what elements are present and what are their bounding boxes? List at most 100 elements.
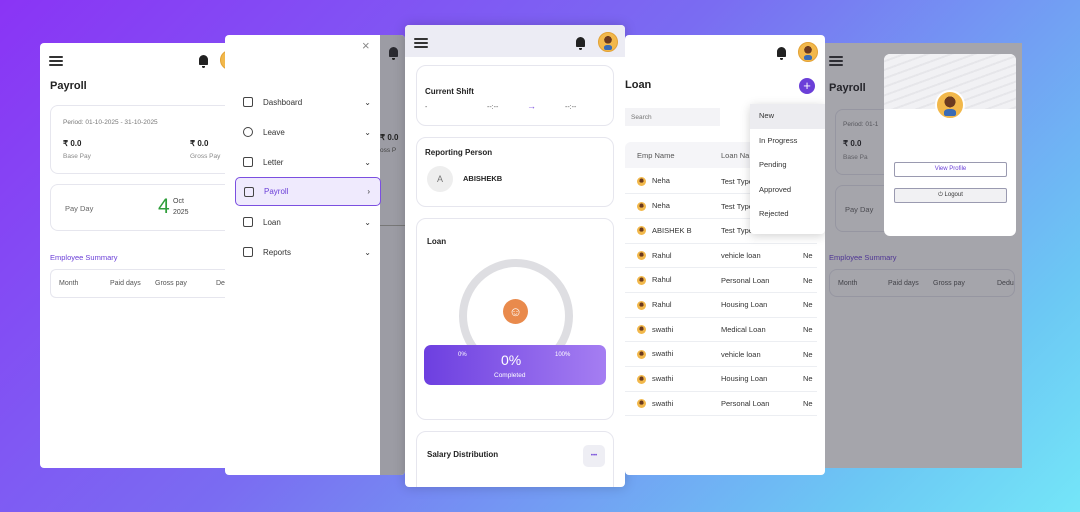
table-row[interactable]: swathi vehicle loan Ne xyxy=(625,341,817,367)
emp-name: ABISHEK B xyxy=(652,225,692,235)
table-row[interactable]: swathi Housing Loan Ne xyxy=(625,366,817,392)
base-pay-label: Base Pa xyxy=(843,154,868,161)
loan-status: Completed xyxy=(494,372,526,379)
pay-day-number: 4 xyxy=(158,195,170,218)
base-pay-value: ₹ 0.0 xyxy=(63,139,82,148)
emp-name-cell: swathi xyxy=(625,317,721,343)
bell-icon[interactable] xyxy=(199,55,208,68)
avatar[interactable] xyxy=(798,42,818,62)
salary-title: Salary Distribution xyxy=(427,450,499,459)
loan-no-cell: Ne xyxy=(803,366,817,392)
gross-pay-label: Gross Pay xyxy=(190,153,221,160)
loan-no-cell: Ne xyxy=(803,317,817,343)
emp-name: Rahul xyxy=(652,250,672,260)
status-dropdown[interactable]: New In Progress Pending Approved Rejecte… xyxy=(750,104,825,234)
page-title: Payroll xyxy=(50,80,87,92)
loan-right-label: 100% xyxy=(555,352,571,358)
more-button[interactable]: ••• xyxy=(583,445,605,467)
menu-item-loan[interactable]: Loan ⌄ xyxy=(235,208,381,236)
current-shift-title: Current Shift xyxy=(425,87,474,96)
menu-icon[interactable] xyxy=(49,56,63,66)
table-row[interactable]: Rahul vehicle loan Ne xyxy=(625,243,817,269)
menu-icon[interactable] xyxy=(829,56,843,66)
search-input[interactable] xyxy=(625,108,720,126)
menu-label: Loan xyxy=(263,217,281,227)
menu-icon[interactable] xyxy=(414,38,428,48)
salary-distribution-card: Salary Distribution ••• xyxy=(416,431,614,487)
table-row[interactable]: swathi Personal Loan Ne xyxy=(625,391,817,417)
emp-name-cell: Neha xyxy=(625,169,721,195)
emp-name: Neha xyxy=(652,201,670,211)
view-profile-button[interactable]: View Profile xyxy=(894,162,1007,177)
loan-no-cell: Ne xyxy=(803,292,817,318)
current-shift-card: Current Shift - --:-- → --:-- xyxy=(416,65,614,126)
close-icon[interactable]: × xyxy=(362,38,370,53)
bg-bell-icon xyxy=(389,47,398,60)
employee-avatar xyxy=(637,201,646,211)
arrow-right-icon: → xyxy=(527,101,536,111)
bell-icon[interactable] xyxy=(777,47,786,60)
page-title: Loan xyxy=(625,79,652,91)
status-option[interactable]: In Progress xyxy=(750,129,825,154)
chevron-right-icon: › xyxy=(367,187,370,196)
status-option[interactable]: New xyxy=(750,104,825,129)
chevron-down-icon: ⌄ xyxy=(364,97,371,107)
period-text: Period: 01-1 xyxy=(843,121,879,128)
pay-day-month: Oct xyxy=(173,198,184,205)
person-icon xyxy=(243,127,253,137)
emp-name: Neha xyxy=(652,176,670,186)
menu-label: Reports xyxy=(263,247,292,257)
payroll-screen: Payroll Period: 01-10-2025 - 31-10-2025 … xyxy=(40,43,250,468)
loan-screen: Loan + Emp Name Loan Na NehaTest TypeNeh… xyxy=(625,35,825,475)
table-row[interactable]: swathi Medical Loan Ne xyxy=(625,317,817,343)
avatar[interactable] xyxy=(598,32,618,52)
menu-item-payroll[interactable]: Payroll › xyxy=(235,177,381,206)
loan-name-cell: Personal Loan xyxy=(721,391,803,417)
employee-avatar xyxy=(637,226,646,236)
table-row[interactable]: Rahul Personal Loan Ne xyxy=(625,267,817,293)
loan-left-label: 0% xyxy=(458,352,467,358)
loan-name-cell: Medical Loan xyxy=(721,317,803,343)
loan-no-cell: Ne xyxy=(803,243,817,269)
menu-label: Letter xyxy=(263,157,284,167)
background-page: ₹ 0.0 oss P xyxy=(380,35,405,475)
emp-name: Rahul xyxy=(652,275,672,285)
add-loan-button[interactable]: + xyxy=(799,78,815,94)
employee-avatar xyxy=(637,251,646,261)
col-loan-name: Loan Na xyxy=(721,151,750,160)
pay-day-card: Pay Day 4 Oct 2025 xyxy=(50,184,250,231)
bg-pay-label: oss P xyxy=(380,147,397,154)
dashboard-screen: Current Shift - --:-- → --:-- Reporting … xyxy=(405,25,625,487)
menu-item-dashboard[interactable]: Dashboard ⌄ xyxy=(235,88,381,116)
col-paid-days: Paid days xyxy=(888,280,919,287)
shift-start: - xyxy=(425,104,428,111)
bell-icon[interactable] xyxy=(576,37,585,50)
col-paid-days: Paid days xyxy=(110,280,141,287)
bg-pay-value: ₹ 0.0 xyxy=(380,133,399,142)
pay-day-year: 2025 xyxy=(173,209,189,216)
emp-name-cell: ABISHEK B xyxy=(625,218,721,244)
table-row[interactable]: Rahul Housing Loan Ne xyxy=(625,292,817,318)
loan-name-cell: Housing Loan xyxy=(721,366,803,392)
pay-period-card: Period: 01-10-2025 - 31-10-2025 ₹ 0.0 Ba… xyxy=(50,105,250,174)
menu-label: Leave xyxy=(263,127,285,137)
emp-name: swathi xyxy=(652,374,674,384)
menu-item-letter[interactable]: Letter ⌄ xyxy=(235,148,381,176)
menu-item-leave[interactable]: Leave ⌄ xyxy=(235,118,381,146)
status-option[interactable]: Rejected xyxy=(750,202,825,227)
menu-item-reports[interactable]: Reports ⌄ xyxy=(235,238,381,266)
reporting-person-card: Reporting Person A ABISHEKB xyxy=(416,137,614,207)
status-option[interactable]: Pending xyxy=(750,153,825,178)
chevron-down-icon: ⌄ xyxy=(364,217,371,227)
logout-button[interactable]: ⏻ Logout xyxy=(894,188,1007,203)
reporting-name: ABISHEKB xyxy=(463,174,503,183)
pay-day-label: Pay Day xyxy=(845,205,874,214)
status-option[interactable]: Approved xyxy=(750,178,825,203)
loan-title: Loan xyxy=(427,237,447,246)
clipboard-icon xyxy=(243,157,253,167)
emp-name-cell: swathi xyxy=(625,366,721,392)
base-pay-label: Base Pay xyxy=(63,153,91,160)
col-emp-name: Emp Name xyxy=(637,151,675,160)
loan-name-cell: Housing Loan xyxy=(721,292,803,318)
reporting-avatar: A xyxy=(427,166,453,192)
